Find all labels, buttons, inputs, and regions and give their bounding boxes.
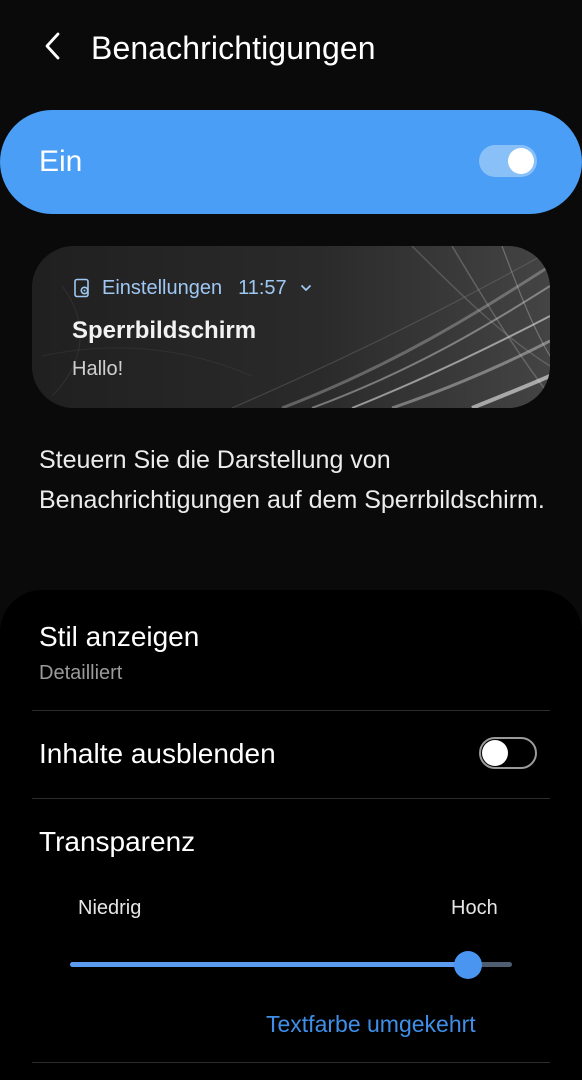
toggle-knob bbox=[482, 740, 508, 766]
display-style-row[interactable]: Stil anzeigen Detailliert bbox=[0, 610, 582, 710]
app-bar: Benachrichtigungen bbox=[0, 0, 582, 96]
slider-max-label: Hoch bbox=[451, 897, 498, 919]
toggle-knob bbox=[508, 148, 534, 174]
back-arrow-icon bbox=[45, 32, 60, 60]
transparency-title: Transparenz bbox=[39, 826, 196, 857]
transparency-slider-thumb[interactable] bbox=[453, 951, 482, 979]
notification-time: 11:57 bbox=[238, 277, 287, 299]
description-text: Steuern Sie die Darstellung von Benachri… bbox=[39, 446, 545, 514]
screen: Benachrichtigungen Ein Einstellungen 11:… bbox=[0, 0, 582, 1080]
display-style-title: Stil anzeigen bbox=[39, 621, 200, 652]
notification-body: Hallo! bbox=[72, 358, 124, 380]
master-switch-label: Ein bbox=[39, 145, 83, 178]
invert-text-color-link[interactable]: Textfarbe umgekehrt bbox=[266, 1010, 476, 1038]
notification-preview-card: Einstellungen 11:57 Sperrbildschirm Hall… bbox=[32, 246, 550, 408]
settings-app-icon bbox=[74, 278, 89, 298]
slider-min-label: Niedrig bbox=[78, 897, 142, 919]
master-toggle[interactable] bbox=[479, 145, 537, 177]
notification-title: Sperrbildschirm bbox=[72, 317, 257, 344]
display-style-value: Detailliert bbox=[39, 662, 123, 684]
notification-header: Einstellungen 11:57 bbox=[72, 276, 313, 300]
hide-content-title: Inhalte ausblenden bbox=[39, 738, 276, 769]
transparency-row: Transparenz bbox=[0, 799, 582, 879]
chevron-down-icon bbox=[300, 285, 311, 291]
divider bbox=[32, 1062, 550, 1063]
page-title: Benachrichtigungen bbox=[91, 30, 376, 66]
transparency-slider-fill bbox=[70, 962, 468, 967]
transparency-slider-track[interactable] bbox=[70, 962, 512, 967]
hide-content-toggle[interactable] bbox=[479, 737, 537, 769]
notification-app-name: Einstellungen bbox=[102, 277, 223, 299]
back-button[interactable] bbox=[30, 22, 74, 70]
